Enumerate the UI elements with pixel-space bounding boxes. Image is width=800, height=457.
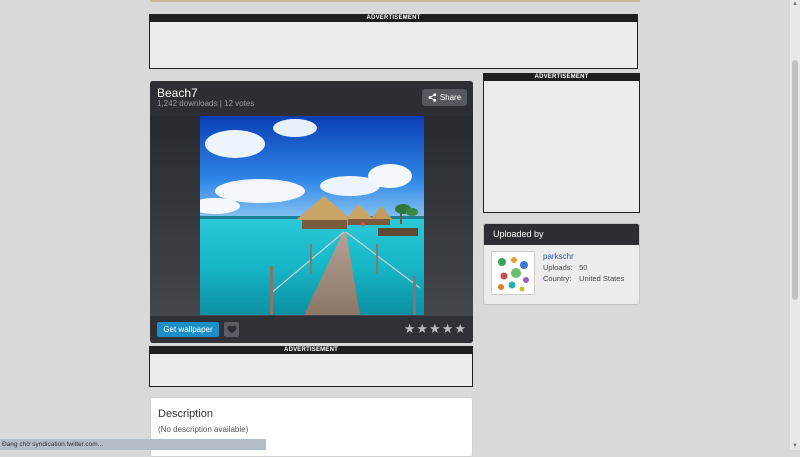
star-icon[interactable]: ★ xyxy=(454,321,466,336)
scroll-down-icon[interactable]: ▼ xyxy=(792,443,798,449)
favorite-button[interactable] xyxy=(224,322,239,337)
rating-stars[interactable]: ★ ★ ★ ★ ★ xyxy=(404,321,466,336)
wallpaper-image[interactable] xyxy=(200,116,424,315)
share-label: Share xyxy=(439,93,462,102)
ad-label: ADVERTISEMENT xyxy=(150,15,637,22)
country-label: Country: xyxy=(543,274,572,283)
uploads-label: Uploads: xyxy=(543,263,573,272)
uploads-value: 50 xyxy=(579,263,588,272)
star-icon[interactable]: ★ xyxy=(404,321,416,336)
ad-banner-top[interactable]: ADVERTISEMENT xyxy=(149,14,638,69)
top-divider xyxy=(150,0,640,2)
scroll-up-icon[interactable]: ▲ xyxy=(792,1,798,7)
wallpaper-footer: Get wallpaper ★ ★ ★ ★ ★ xyxy=(150,316,473,343)
description-title: Description xyxy=(158,408,214,420)
ad-label: ADVERTISEMENT xyxy=(150,347,472,354)
star-icon[interactable]: ★ xyxy=(416,321,428,336)
browser-status-bar: Đang chờ syndication.twitter.com... xyxy=(0,439,266,450)
uploader-heading: Uploaded by xyxy=(484,224,639,245)
uploader-uploads-row: Uploads: 50 xyxy=(543,263,587,272)
wallpaper-header: Beach7 1,242 downloads | 12 votes Share xyxy=(150,81,473,116)
wallpaper-image-area xyxy=(150,116,473,316)
uploader-name-link[interactable]: parkschr xyxy=(543,252,574,261)
scrollbar-thumb[interactable] xyxy=(792,60,798,300)
share-icon xyxy=(428,93,437,102)
page-scrollbar[interactable]: ▲ ▼ xyxy=(790,0,800,450)
ad-label: ADVERTISEMENT xyxy=(484,74,639,81)
uploader-card: Uploaded by parkschr Uploads: 50 Country… xyxy=(483,223,640,305)
uploader-country-row: Country: United States xyxy=(543,274,624,283)
get-wallpaper-button[interactable]: Get wallpaper xyxy=(157,322,219,337)
country-value: United States xyxy=(579,274,625,283)
wallpaper-title: Beach7 xyxy=(157,86,198,100)
share-button[interactable]: Share xyxy=(422,89,467,106)
description-text: (No description available) xyxy=(158,425,249,434)
ad-banner-middle[interactable]: ADVERTISEMENT xyxy=(149,346,473,387)
avatar[interactable] xyxy=(491,251,535,295)
avatar-image xyxy=(492,252,534,294)
ad-banner-right[interactable]: ADVERTISEMENT xyxy=(483,73,640,213)
wallpaper-stats: 1,242 downloads | 12 votes xyxy=(157,99,255,108)
star-icon[interactable]: ★ xyxy=(429,321,441,336)
heart-icon xyxy=(227,325,236,334)
wallpaper-card: Beach7 1,242 downloads | 12 votes Share xyxy=(150,81,473,343)
star-icon[interactable]: ★ xyxy=(442,321,454,336)
